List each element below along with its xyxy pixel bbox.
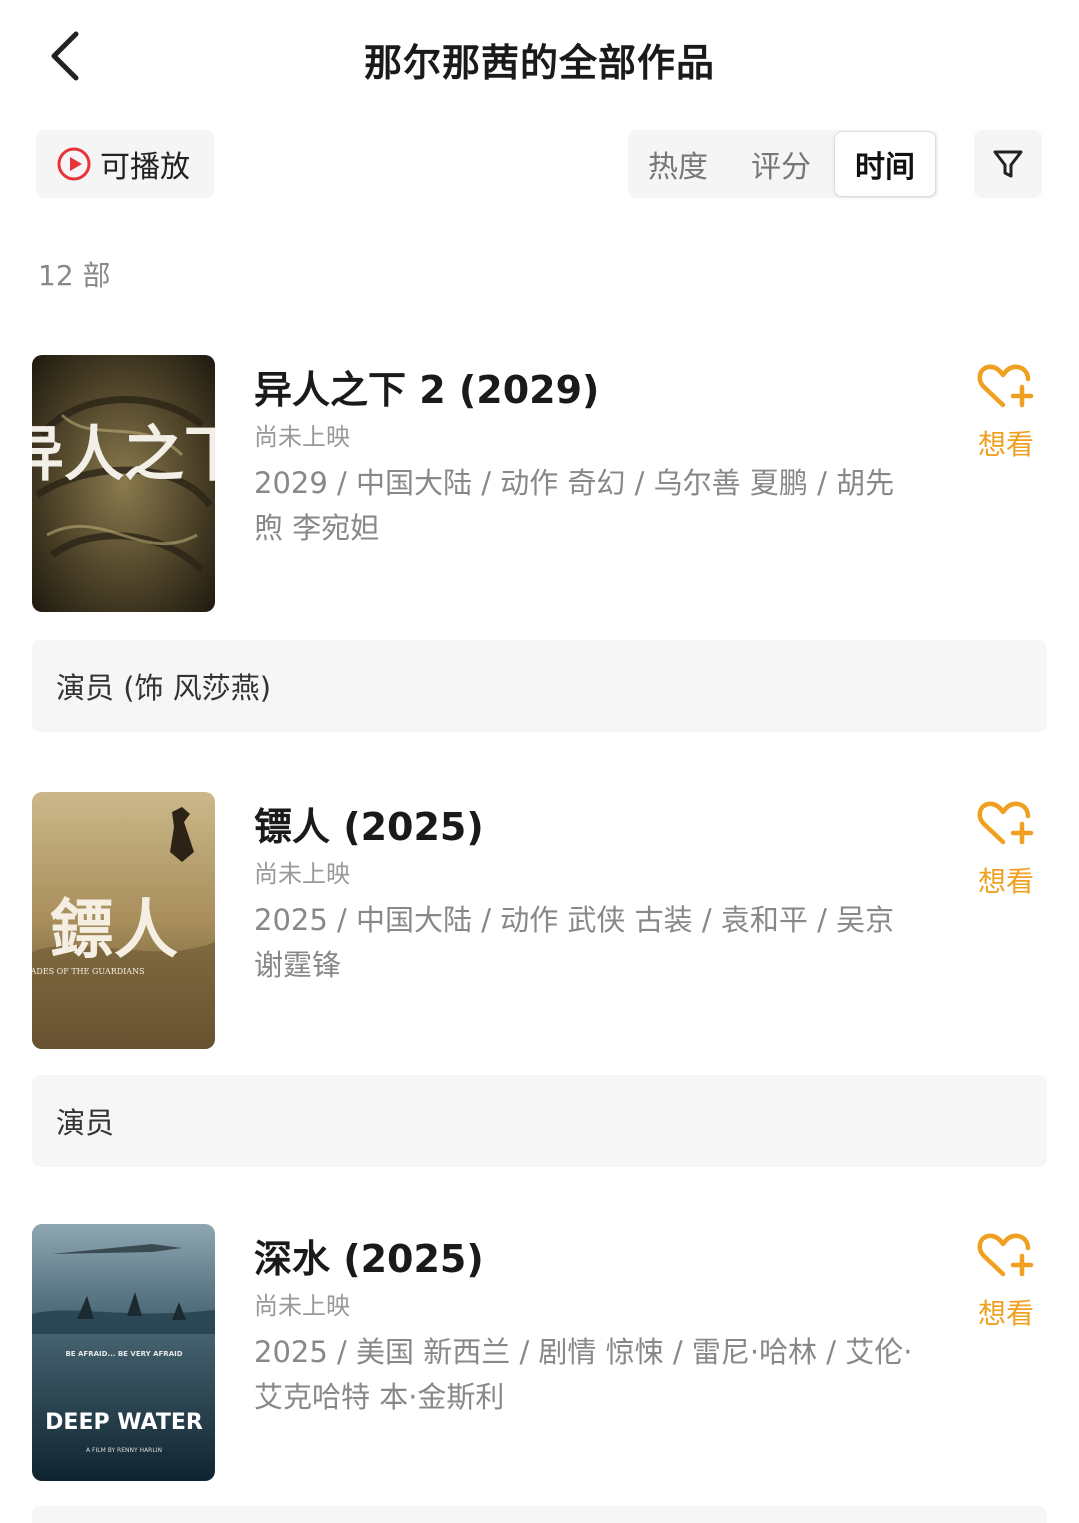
want-label: 想看 <box>977 428 1034 461</box>
heart-plus-icon <box>977 364 1034 408</box>
release-status: 尚未上映 <box>254 860 350 888</box>
header: 那尔那茜的全部作品 <box>0 0 1079 115</box>
page-title: 那尔那茜的全部作品 <box>363 41 715 85</box>
poster-tagline-text: BE AFRAID... BE VERY AFRAID <box>65 1350 182 1358</box>
want-to-watch-button[interactable]: 想看 <box>968 1230 1044 1340</box>
role-info: 演员 (饰 风莎燕) <box>32 640 1047 732</box>
poster-title-text: 异人之下 <box>32 420 215 490</box>
play-circle-icon <box>57 147 91 181</box>
playable-filter-button[interactable]: 可播放 <box>36 130 214 198</box>
release-status: 尚未上映 <box>254 423 350 451</box>
want-to-watch-button[interactable]: 想看 <box>968 361 1044 471</box>
poster-title-text: DEEP WATER <box>45 1410 203 1435</box>
poster-credit-text: A FILM BY RENNY HARLIN <box>86 1447 162 1454</box>
poster-title-text: 鏢人 <box>50 893 178 968</box>
sort-tab-popularity[interactable]: 热度 <box>628 130 728 198</box>
work-meta: 2029 / 中国大陆 / 动作 奇幻 / 乌尔善 夏鹏 / 胡先煦 李宛妲 <box>254 466 895 545</box>
work-title[interactable]: 镖人 (2025) <box>254 796 484 851</box>
want-label: 想看 <box>977 1297 1034 1330</box>
want-to-watch-button[interactable]: 想看 <box>968 798 1044 908</box>
filter-button[interactable] <box>974 130 1042 198</box>
want-label: 想看 <box>977 865 1034 898</box>
playable-label: 可播放 <box>100 150 190 185</box>
heart-plus-icon <box>977 1233 1034 1277</box>
poster-image: BE AFRAID... BE VERY AFRAID DEEP WATER A… <box>32 1224 215 1481</box>
release-status: 尚未上映 <box>254 1292 350 1320</box>
work-title[interactable]: 异人之下 2 (2029) <box>254 359 599 414</box>
work-title[interactable]: 深水 (2025) <box>254 1228 484 1283</box>
sort-tab-time[interactable]: 时间 <box>834 131 936 197</box>
poster-image: 鏢人 BLADES OF THE GUARDIANS <box>32 792 215 1049</box>
work-meta: 2025 / 美国 新西兰 / 剧情 惊悚 / 雷尼·哈林 / 艾伦·艾克哈特 … <box>254 1335 913 1414</box>
work-meta: 2025 / 中国大陆 / 动作 武侠 古装 / 袁和平 / 吴京 谢霆锋 <box>254 903 895 982</box>
works-count: 12 部 <box>38 259 111 292</box>
sort-tab-rating[interactable]: 评分 <box>728 130 834 198</box>
sort-tabs: 热度 评分 时间 <box>628 130 938 198</box>
role-info-partial <box>32 1506 1047 1523</box>
poster-subtitle-text: BLADES OF THE GUARDIANS <box>32 967 145 976</box>
filter-icon <box>993 150 1023 178</box>
heart-plus-icon <box>977 801 1034 845</box>
poster-image: 异人之下 <box>32 355 215 612</box>
role-info: 演员 <box>32 1075 1047 1167</box>
